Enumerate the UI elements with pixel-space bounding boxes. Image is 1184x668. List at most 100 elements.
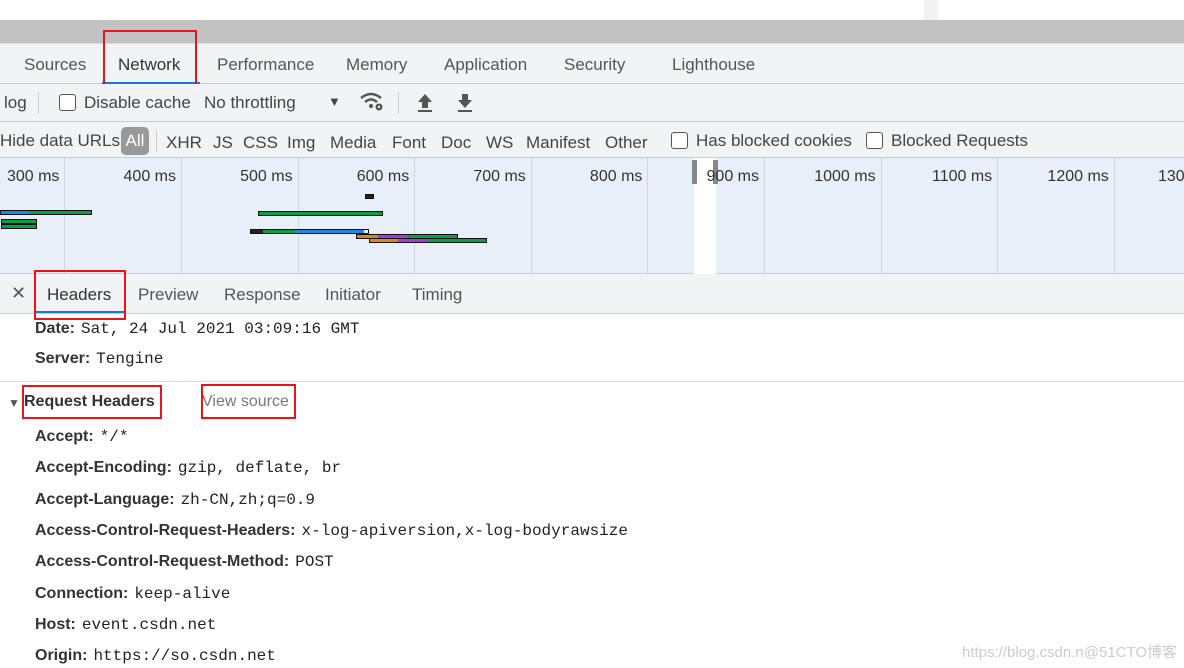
blocked-requests-label[interactable]: Blocked Requests xyxy=(891,131,1028,151)
timeline-tick-label: 600 ms xyxy=(356,168,410,185)
timeline-tick-label: 800 ms xyxy=(589,168,643,185)
filter-ws[interactable]: WS xyxy=(486,133,513,153)
timeline-gridline xyxy=(880,158,882,274)
request-bar[interactable] xyxy=(0,210,92,215)
filter-css[interactable]: CSS xyxy=(243,133,278,153)
header-key: Accept: xyxy=(35,428,94,445)
request-bar[interactable] xyxy=(250,229,370,234)
timeline-tick-label: 1200 ms xyxy=(1047,168,1109,185)
request-bar-segment-green xyxy=(262,230,295,233)
request-bar-segment-green xyxy=(259,212,308,215)
request-bar[interactable] xyxy=(369,238,487,243)
timeline-tick-label: 300 ms xyxy=(6,168,60,185)
request-bar-segment-green xyxy=(307,212,383,215)
watermark: https://blog.csdn.n@51CTO博客 xyxy=(962,644,1178,661)
filter-doc[interactable]: Doc xyxy=(441,133,471,153)
blocked-requests-checkbox[interactable] xyxy=(866,132,883,149)
tab-memory[interactable]: Memory xyxy=(346,55,407,75)
hide-data-urls-label[interactable]: Hide data URLs xyxy=(0,131,120,151)
timeline-gridline xyxy=(297,158,299,274)
timeline-tick-label: 130 xyxy=(1158,168,1184,185)
header-row: Access-Control-Request-Method: POST xyxy=(35,553,334,571)
filter-js[interactable]: JS xyxy=(213,133,233,153)
request-bar-segment-purple xyxy=(397,239,428,242)
divider xyxy=(156,130,157,152)
timeline-tick-label: 1000 ms xyxy=(814,168,876,185)
preserve-log-label[interactable]: log xyxy=(4,93,27,113)
filter-img[interactable]: Img xyxy=(287,133,315,153)
disable-cache-label[interactable]: Disable cache xyxy=(84,93,191,113)
header-key: Accept-Encoding: xyxy=(35,459,172,477)
timeline-gridline xyxy=(181,158,182,274)
header-row: Accept-Language: zh-CN,zh;q=0.9 xyxy=(35,491,315,509)
header-value: */* xyxy=(99,428,129,446)
header-row: Access-Control-Request-Headers: x-log-api… xyxy=(35,522,628,540)
request-bar-segment-black xyxy=(251,230,263,233)
divider xyxy=(924,0,938,20)
upload-icon[interactable] xyxy=(416,93,434,118)
request-bar-segment-orange xyxy=(370,239,398,242)
header-row: Host: event.csdn.net xyxy=(35,616,216,634)
request-bar-segment-green xyxy=(29,211,91,214)
request-bar[interactable] xyxy=(364,194,374,199)
divider xyxy=(0,381,1184,382)
header-value: https://so.csdn.net xyxy=(93,647,276,666)
filter-media[interactable]: Media xyxy=(330,133,376,153)
filter-font[interactable]: Font xyxy=(392,133,426,153)
tab-security[interactable]: Security xyxy=(564,55,625,75)
throttling-select[interactable]: No throttling xyxy=(204,93,296,113)
filter-all[interactable]: All xyxy=(121,127,149,155)
header-key: Access-Control-Request-Headers: xyxy=(35,521,296,539)
disable-cache-checkbox[interactable] xyxy=(59,94,76,111)
tab-preview[interactable]: Preview xyxy=(138,285,198,305)
header-value: gzip, deflate, br xyxy=(177,459,342,478)
tab-lighthouse[interactable]: Lighthouse xyxy=(672,55,755,75)
timeline-gridline xyxy=(764,158,765,274)
filter-manifest[interactable]: Manifest xyxy=(526,133,590,153)
header-row: Origin: https://so.csdn.net xyxy=(35,647,276,665)
timeline-tick-label: 500 ms xyxy=(240,168,293,185)
header-value: x-log-apiversion,x-log-bodyrawsize xyxy=(301,521,628,540)
annotation-box xyxy=(22,385,162,419)
has-blocked-cookies-checkbox[interactable] xyxy=(671,132,688,149)
collapse-triangle-icon[interactable]: ▼ xyxy=(8,396,20,410)
wifi-settings-icon[interactable] xyxy=(359,90,385,117)
header-key: Host: xyxy=(35,615,76,633)
request-bar-segment-green xyxy=(1,225,36,228)
header-value: Tengine xyxy=(96,350,164,368)
divider xyxy=(398,92,399,114)
tab-application[interactable]: Application xyxy=(444,55,527,75)
header-value: event.csdn.net xyxy=(81,615,217,634)
has-blocked-cookies-label[interactable]: Has blocked cookies xyxy=(696,131,852,151)
tab-timing[interactable]: Timing xyxy=(412,285,462,305)
header-value: POST xyxy=(295,553,334,572)
request-bar-segment-green xyxy=(427,239,486,242)
request-bar-segment-blue xyxy=(0,211,30,214)
header-key: Date: xyxy=(35,320,76,337)
header-row: Accept: */* xyxy=(35,428,129,446)
timeline-gridline xyxy=(530,158,532,274)
filter-other[interactable]: Other xyxy=(605,133,648,153)
header-row-server: Server: Tengine xyxy=(35,350,163,368)
request-bar-segment-black xyxy=(365,195,373,198)
close-icon[interactable]: ✕ xyxy=(11,283,26,304)
tab-performance[interactable]: Performance xyxy=(217,55,314,75)
request-bar[interactable] xyxy=(258,211,384,216)
header-key: Accept-Language: xyxy=(35,490,175,508)
tab-response[interactable]: Response xyxy=(224,285,301,305)
download-icon[interactable] xyxy=(456,93,474,118)
dropdown-arrow-icon[interactable]: ▼ xyxy=(328,94,341,109)
tab-initiator[interactable]: Initiator xyxy=(325,285,381,305)
tab-sources[interactable]: Sources xyxy=(24,55,86,75)
annotation-box xyxy=(201,384,296,419)
request-bar[interactable] xyxy=(0,224,37,229)
timeline-tick-label: 700 ms xyxy=(473,168,526,185)
header-row: Accept-Encoding: gzip, deflate, br xyxy=(35,459,341,477)
detail-tabbar: ✕ Headers Preview Response Initiator Tim… xyxy=(0,274,1184,314)
timeline-gridline xyxy=(997,158,999,274)
header-value: zh-CN,zh;q=0.9 xyxy=(180,490,315,509)
filter-xhr[interactable]: XHR xyxy=(166,133,202,153)
network-overview-timeline[interactable]: 300 ms 400 ms 500 ms 600 ms 700 ms 800 ms 900 … xyxy=(0,158,1184,274)
divider xyxy=(38,92,39,114)
timeline-tick-label: 900 ms xyxy=(706,168,759,185)
